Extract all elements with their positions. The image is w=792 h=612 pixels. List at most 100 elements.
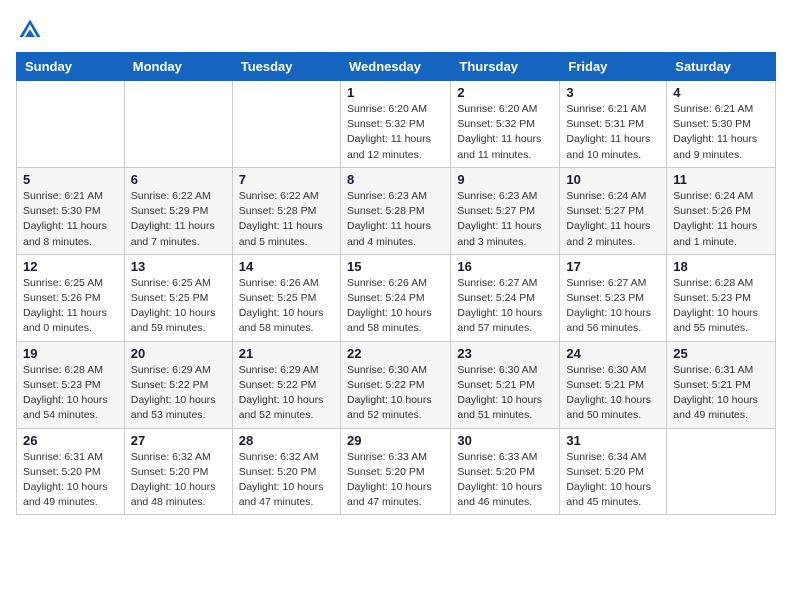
day-number: 25 xyxy=(673,346,769,361)
day-number: 5 xyxy=(23,172,118,187)
weekday-header-thursday: Thursday xyxy=(451,53,560,81)
day-info: Sunrise: 6:26 AM Sunset: 5:24 PM Dayligh… xyxy=(347,276,444,337)
calendar-cell: 16 Sunrise: 6:27 AM Sunset: 5:24 PM Dayli… xyxy=(451,254,560,341)
day-number: 13 xyxy=(131,259,226,274)
day-number: 7 xyxy=(239,172,334,187)
calendar-week-1: 1Sunrise: 6:20 AM Sunset: 5:32 PM Daylig… xyxy=(17,81,776,168)
day-number: 30 xyxy=(457,433,553,448)
calendar-cell xyxy=(17,81,125,168)
day-number: 3 xyxy=(566,85,660,100)
day-info: Sunrise: 6:26 AM Sunset: 5:25 PM Dayligh… xyxy=(239,276,334,337)
day-info: Sunrise: 6:28 AM Sunset: 5:23 PM Dayligh… xyxy=(673,276,769,337)
day-info: Sunrise: 6:21 AM Sunset: 5:30 PM Dayligh… xyxy=(23,189,118,250)
day-info: Sunrise: 6:23 AM Sunset: 5:27 PM Dayligh… xyxy=(457,189,553,250)
day-info: Sunrise: 6:31 AM Sunset: 5:21 PM Dayligh… xyxy=(673,363,769,424)
logo-icon xyxy=(16,16,44,44)
calendar-cell: 15 Sunrise: 6:26 AM Sunset: 5:24 PM Dayli… xyxy=(340,254,450,341)
day-number: 21 xyxy=(239,346,334,361)
day-info: Sunrise: 6:34 AM Sunset: 5:20 PM Dayligh… xyxy=(566,450,660,511)
weekday-header-friday: Friday xyxy=(560,53,667,81)
calendar-cell: 12 Sunrise: 6:25 AM Sunset: 5:26 PM Dayli… xyxy=(17,254,125,341)
calendar-cell: 3 Sunrise: 6:21 AM Sunset: 5:31 PM Daylig… xyxy=(560,81,667,168)
calendar-cell: 20 Sunrise: 6:29 AM Sunset: 5:22 PM Dayli… xyxy=(124,341,232,428)
day-info: Sunrise: 6:22 AM Sunset: 5:28 PM Dayligh… xyxy=(239,189,334,250)
calendar-cell: 6 Sunrise: 6:22 AM Sunset: 5:29 PM Daylig… xyxy=(124,167,232,254)
day-info: Sunrise: 6:33 AM Sunset: 5:20 PM Dayligh… xyxy=(347,450,444,511)
calendar-cell: 21 Sunrise: 6:29 AM Sunset: 5:22 PM Dayli… xyxy=(232,341,340,428)
day-info: Sunrise: 6:28 AM Sunset: 5:23 PM Dayligh… xyxy=(23,363,118,424)
calendar-cell: 7 Sunrise: 6:22 AM Sunset: 5:28 PM Daylig… xyxy=(232,167,340,254)
day-info: Sunrise: 6:32 AM Sunset: 5:20 PM Dayligh… xyxy=(131,450,226,511)
day-number: 20 xyxy=(131,346,226,361)
calendar-cell xyxy=(667,428,776,515)
calendar-cell: 14 Sunrise: 6:26 AM Sunset: 5:25 PM Dayli… xyxy=(232,254,340,341)
day-info: Sunrise: 6:30 AM Sunset: 5:22 PM Dayligh… xyxy=(347,363,444,424)
calendar-cell: 11 Sunrise: 6:24 AM Sunset: 5:26 PM Dayli… xyxy=(667,167,776,254)
weekday-header-sunday: Sunday xyxy=(17,53,125,81)
calendar-week-3: 12 Sunrise: 6:25 AM Sunset: 5:26 PM Dayli… xyxy=(17,254,776,341)
day-info: Sunrise: 6:29 AM Sunset: 5:22 PM Dayligh… xyxy=(131,363,226,424)
day-info: Sunrise: 6:32 AM Sunset: 5:20 PM Dayligh… xyxy=(239,450,334,511)
calendar-cell: 10Sunrise: 6:24 AM Sunset: 5:27 PM Dayli… xyxy=(560,167,667,254)
day-number: 17 xyxy=(566,259,660,274)
calendar-cell: 1Sunrise: 6:20 AM Sunset: 5:32 PM Daylig… xyxy=(340,81,450,168)
calendar-cell: 8 Sunrise: 6:23 AM Sunset: 5:28 PM Daylig… xyxy=(340,167,450,254)
calendar-cell: 29 Sunrise: 6:33 AM Sunset: 5:20 PM Dayli… xyxy=(340,428,450,515)
day-number: 4 xyxy=(673,85,769,100)
day-number: 15 xyxy=(347,259,444,274)
day-info: Sunrise: 6:21 AM Sunset: 5:30 PM Dayligh… xyxy=(673,102,769,163)
day-info: Sunrise: 6:23 AM Sunset: 5:28 PM Dayligh… xyxy=(347,189,444,250)
day-number: 8 xyxy=(347,172,444,187)
weekday-header-monday: Monday xyxy=(124,53,232,81)
day-info: Sunrise: 6:31 AM Sunset: 5:20 PM Dayligh… xyxy=(23,450,118,511)
day-info: Sunrise: 6:25 AM Sunset: 5:26 PM Dayligh… xyxy=(23,276,118,337)
day-info: Sunrise: 6:20 AM Sunset: 5:32 PM Dayligh… xyxy=(457,102,553,163)
day-info: Sunrise: 6:24 AM Sunset: 5:27 PM Dayligh… xyxy=(566,189,660,250)
day-number: 16 xyxy=(457,259,553,274)
day-number: 6 xyxy=(131,172,226,187)
calendar-cell: 30 Sunrise: 6:33 AM Sunset: 5:20 PM Dayli… xyxy=(451,428,560,515)
day-info: Sunrise: 6:29 AM Sunset: 5:22 PM Dayligh… xyxy=(239,363,334,424)
calendar-cell: 2 Sunrise: 6:20 AM Sunset: 5:32 PM Daylig… xyxy=(451,81,560,168)
calendar-cell: 9 Sunrise: 6:23 AM Sunset: 5:27 PM Daylig… xyxy=(451,167,560,254)
day-info: Sunrise: 6:21 AM Sunset: 5:31 PM Dayligh… xyxy=(566,102,660,163)
calendar-cell: 13 Sunrise: 6:25 AM Sunset: 5:25 PM Dayli… xyxy=(124,254,232,341)
day-number: 18 xyxy=(673,259,769,274)
calendar-cell: 4 Sunrise: 6:21 AM Sunset: 5:30 PM Daylig… xyxy=(667,81,776,168)
day-number: 27 xyxy=(131,433,226,448)
calendar-cell: 31Sunrise: 6:34 AM Sunset: 5:20 PM Dayli… xyxy=(560,428,667,515)
calendar-cell: 25 Sunrise: 6:31 AM Sunset: 5:21 PM Dayli… xyxy=(667,341,776,428)
day-number: 26 xyxy=(23,433,118,448)
calendar-cell: 24 Sunrise: 6:30 AM Sunset: 5:21 PM Dayli… xyxy=(560,341,667,428)
day-info: Sunrise: 6:27 AM Sunset: 5:24 PM Dayligh… xyxy=(457,276,553,337)
day-number: 9 xyxy=(457,172,553,187)
day-number: 12 xyxy=(23,259,118,274)
day-number: 24 xyxy=(566,346,660,361)
day-number: 23 xyxy=(457,346,553,361)
calendar-week-5: 26 Sunrise: 6:31 AM Sunset: 5:20 PM Dayli… xyxy=(17,428,776,515)
calendar-cell xyxy=(232,81,340,168)
day-info: Sunrise: 6:33 AM Sunset: 5:20 PM Dayligh… xyxy=(457,450,553,511)
day-info: Sunrise: 6:27 AM Sunset: 5:23 PM Dayligh… xyxy=(566,276,660,337)
day-info: Sunrise: 6:25 AM Sunset: 5:25 PM Dayligh… xyxy=(131,276,226,337)
day-info: Sunrise: 6:22 AM Sunset: 5:29 PM Dayligh… xyxy=(131,189,226,250)
calendar-week-2: 5 Sunrise: 6:21 AM Sunset: 5:30 PM Daylig… xyxy=(17,167,776,254)
day-info: Sunrise: 6:24 AM Sunset: 5:26 PM Dayligh… xyxy=(673,189,769,250)
weekday-header-wednesday: Wednesday xyxy=(340,53,450,81)
calendar-cell: 23Sunrise: 6:30 AM Sunset: 5:21 PM Dayli… xyxy=(451,341,560,428)
day-info: Sunrise: 6:20 AM Sunset: 5:32 PM Dayligh… xyxy=(347,102,444,163)
calendar-table: SundayMondayTuesdayWednesdayThursdayFrid… xyxy=(16,52,776,515)
day-number: 11 xyxy=(673,172,769,187)
day-number: 14 xyxy=(239,259,334,274)
day-info: Sunrise: 6:30 AM Sunset: 5:21 PM Dayligh… xyxy=(566,363,660,424)
calendar-cell: 26 Sunrise: 6:31 AM Sunset: 5:20 PM Dayli… xyxy=(17,428,125,515)
weekday-header-saturday: Saturday xyxy=(667,53,776,81)
calendar-cell: 22Sunrise: 6:30 AM Sunset: 5:22 PM Dayli… xyxy=(340,341,450,428)
calendar-cell: 28Sunrise: 6:32 AM Sunset: 5:20 PM Dayli… xyxy=(232,428,340,515)
calendar-cell: 19Sunrise: 6:28 AM Sunset: 5:23 PM Dayli… xyxy=(17,341,125,428)
calendar-cell: 18 Sunrise: 6:28 AM Sunset: 5:23 PM Dayli… xyxy=(667,254,776,341)
weekday-header-tuesday: Tuesday xyxy=(232,53,340,81)
day-number: 2 xyxy=(457,85,553,100)
day-number: 29 xyxy=(347,433,444,448)
calendar-cell: 5 Sunrise: 6:21 AM Sunset: 5:30 PM Daylig… xyxy=(17,167,125,254)
